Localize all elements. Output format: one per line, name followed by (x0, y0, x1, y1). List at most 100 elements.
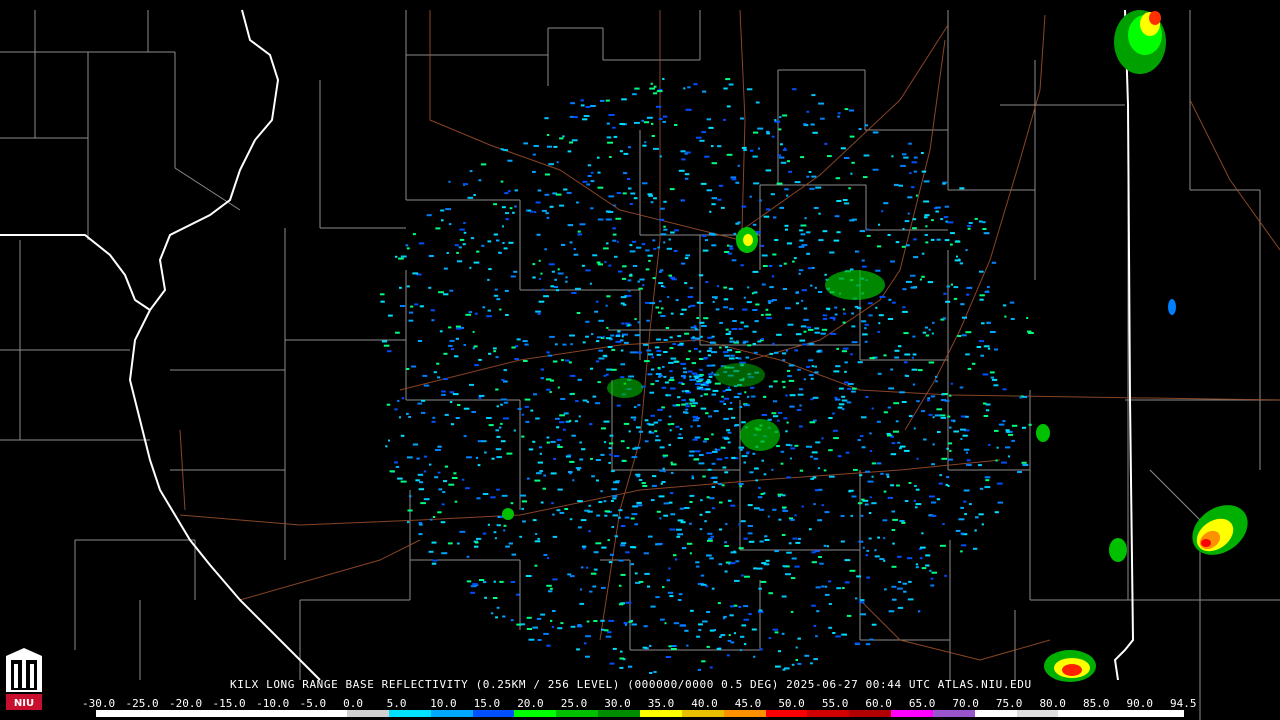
echo-pixel (724, 570, 728, 573)
echo-pixel (799, 229, 804, 232)
echo-pixel (783, 262, 787, 265)
echo-pixel (540, 377, 544, 380)
echo-pixel (630, 416, 637, 419)
echo-pixel (706, 554, 712, 557)
echo-pixel (630, 192, 636, 195)
echo-pixel (507, 159, 513, 162)
echo-pixel (759, 199, 762, 202)
echo-pixel (689, 450, 695, 453)
echo-pixel (463, 435, 467, 438)
echo-pixel (850, 353, 853, 356)
echo-pixel (797, 393, 804, 396)
echo-pixel (773, 380, 778, 383)
echo-pixel (418, 242, 425, 245)
echo-pixel (583, 115, 590, 117)
echo-pixel (469, 170, 473, 173)
echo-pixel (627, 187, 632, 190)
echo-pixel (565, 359, 570, 362)
echo-pixel (496, 488, 500, 491)
echo-pixel (998, 423, 1005, 426)
echo-pixel (704, 239, 709, 242)
echo-pixel (473, 194, 476, 196)
echo-pixel (621, 98, 627, 101)
echo-pixel (891, 598, 897, 601)
echo-pixel (605, 218, 612, 221)
echo-pixel (710, 341, 716, 344)
scale-swatch (347, 710, 389, 717)
echo-pixel (463, 231, 467, 234)
echo-pixel (623, 622, 628, 624)
echo-pixel (761, 338, 764, 340)
echo-pixel (711, 203, 716, 206)
echo-pixel (806, 252, 811, 255)
echo-pixel (687, 86, 691, 89)
echo-pixel (521, 435, 525, 438)
echo-pixel (914, 485, 917, 487)
echo-pixel (500, 440, 506, 443)
echo-pixel (836, 347, 839, 350)
echo-pixel (634, 334, 640, 337)
echo-pixel (652, 475, 657, 478)
echo-pixel (806, 365, 811, 368)
echo-pixel (698, 623, 703, 626)
echo-pixel (428, 255, 434, 257)
echo-pixel (466, 580, 472, 583)
echo-pixel (694, 337, 701, 340)
echo-pixel (657, 246, 660, 249)
echo-pixel (634, 523, 639, 526)
echo-pixel (811, 561, 817, 564)
echo-pixel (526, 616, 532, 619)
echo-pixel (606, 242, 609, 245)
echo-pixel (675, 425, 680, 428)
echo-pixel (471, 411, 476, 413)
echo-pixel (461, 478, 465, 481)
echo-pixel (534, 564, 538, 567)
echo-pixel (711, 244, 717, 247)
echo-pixel (810, 662, 813, 665)
echo-pixel (705, 281, 709, 284)
echo-pixel (628, 289, 631, 292)
echo-pixel (588, 530, 591, 533)
echo-pixel (748, 613, 752, 616)
echo-pixel (994, 348, 998, 351)
echo-pixel (799, 404, 802, 407)
echo-pixel (406, 412, 409, 415)
echo-pixel (577, 378, 582, 381)
echo-pixel (721, 395, 724, 398)
echo-pixel (947, 485, 950, 487)
echo-pixel (580, 99, 584, 102)
echo-pixel (708, 347, 713, 350)
echo-pixel (719, 321, 723, 324)
echo-pixel (748, 540, 755, 543)
echo-pixel (721, 206, 725, 209)
echo-pixel (737, 392, 742, 395)
echo-pixel (877, 536, 880, 539)
echo-pixel (622, 459, 627, 462)
echo-pixel (985, 479, 990, 482)
echo-pixel (604, 510, 610, 513)
echo-pixel (555, 289, 560, 292)
echo-pixel (814, 327, 820, 330)
echo-pixel (943, 216, 949, 219)
echo-pixel (883, 354, 887, 357)
echo-pixel (745, 356, 750, 359)
echo-pixel (607, 631, 612, 634)
echo-pixel (886, 475, 890, 478)
echo-pixel (927, 399, 930, 402)
echo-pixel (387, 350, 392, 353)
echo-pixel (881, 210, 884, 213)
echo-pixel (706, 350, 712, 352)
echo-pixel (910, 274, 916, 277)
echo-pixel (801, 224, 807, 227)
echo-pixel (388, 439, 390, 442)
echo-pixel (875, 306, 878, 309)
echo-pixel (610, 334, 615, 337)
echo-pixel (656, 353, 662, 356)
echo-pixel (598, 349, 603, 352)
echo-pixel (550, 619, 553, 622)
echo-pixel (955, 529, 961, 532)
echo-pixel (652, 277, 656, 280)
echo-pixel (924, 214, 930, 217)
echo-pixel (417, 402, 423, 405)
echo-pixel (680, 150, 686, 153)
